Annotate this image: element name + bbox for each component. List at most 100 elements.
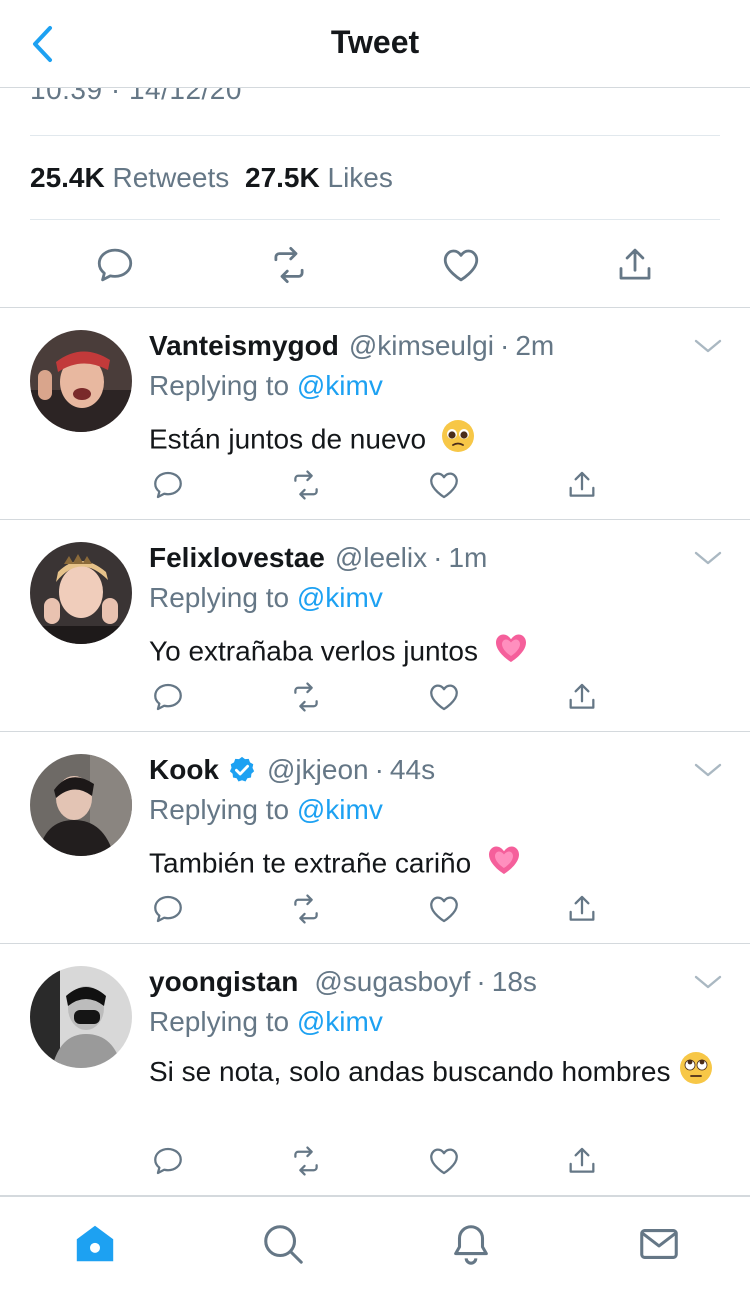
chevron-down-icon [694, 763, 722, 777]
retweet-icon [289, 1144, 323, 1178]
reply-button[interactable] [148, 465, 188, 505]
reply-icon [151, 892, 185, 926]
share-icon [614, 244, 656, 286]
user-handle: @kimseulgi [348, 330, 494, 361]
share-icon [565, 892, 599, 926]
reply-button[interactable] [148, 889, 188, 929]
reply-header: Vanteismygod @kimseulgi · 2m [149, 330, 554, 362]
share-icon [565, 1144, 599, 1178]
reply-header: yoongistan @sugasboyf · 18s [149, 966, 537, 998]
user-handle: @leelix [334, 542, 428, 573]
reply-body: Yo extrañaba verlos juntos [149, 630, 729, 676]
divider [30, 219, 720, 220]
reply-tweet[interactable]: Vanteismygod @kimseulgi · 2m Replying to… [0, 308, 750, 520]
more-options-button[interactable] [692, 546, 724, 570]
reply-text: Si se nota, solo andas buscando hombres [149, 1055, 671, 1087]
share-button[interactable] [610, 240, 660, 290]
tweet-timestamp-row: 10:39 · 14/12/20 [0, 88, 750, 136]
share-button[interactable] [562, 1141, 602, 1181]
like-button[interactable] [436, 240, 486, 290]
tab-messages[interactable] [634, 1219, 684, 1269]
reply-tweet[interactable]: yoongistan @sugasboyf · 18s Replying to … [0, 944, 750, 1196]
mention-link[interactable]: @kimv [297, 370, 383, 401]
replying-label: Replying to [149, 1006, 290, 1037]
replying-label: Replying to [149, 582, 290, 613]
tab-notifications[interactable] [446, 1219, 496, 1269]
likes-label[interactable]: Likes [328, 162, 393, 193]
reply-header: Kook @jkjeon · 44s [149, 754, 435, 786]
separator-dot: · [374, 754, 384, 785]
retweets-label[interactable]: Retweets [113, 162, 230, 193]
tweet-action-bar [0, 236, 750, 294]
reply-button[interactable] [90, 240, 140, 290]
reply-button[interactable] [148, 677, 188, 717]
bell-icon [454, 1225, 488, 1265]
top-nav-bar: Tweet [0, 0, 750, 88]
mention-link[interactable]: @kimv [297, 1006, 383, 1037]
display-name[interactable]: Felixlovestae [149, 542, 325, 574]
reply-time: 18s [491, 966, 537, 997]
retweet-button[interactable] [264, 240, 314, 290]
replying-to: Replying to @kimv [149, 370, 383, 402]
display-name[interactable]: Kook [149, 754, 219, 786]
rolling-eyes-face-icon [678, 1050, 714, 1097]
more-options-button[interactable] [692, 758, 724, 782]
mention-link[interactable]: @kimv [297, 582, 383, 613]
share-button[interactable] [562, 465, 602, 505]
retweets-count[interactable]: 25.4K [30, 162, 105, 193]
reply-button[interactable] [148, 1141, 188, 1181]
reply-time: 44s [389, 754, 436, 785]
reply-icon [151, 468, 185, 502]
search-icon [264, 1225, 303, 1264]
reply-text: También te extrañe cariño [149, 847, 472, 879]
reply-action-bar [0, 677, 750, 717]
more-options-button[interactable] [692, 334, 724, 358]
avatar[interactable] [30, 542, 132, 644]
heart-icon [427, 468, 461, 502]
like-button[interactable] [424, 889, 464, 929]
heart-icon [427, 1144, 461, 1178]
reply-tweet[interactable]: Felixlovestae @leelix · 1m Replying to @… [0, 520, 750, 732]
avatar[interactable] [30, 754, 132, 856]
reply-icon [151, 680, 185, 714]
share-button[interactable] [562, 889, 602, 929]
verified-badge-icon [227, 755, 257, 785]
likes-count[interactable]: 27.5K [245, 162, 320, 193]
like-button[interactable] [424, 677, 464, 717]
replying-to: Replying to @kimv [149, 794, 383, 826]
like-button[interactable] [424, 465, 464, 505]
reply-time: 2m [515, 330, 555, 361]
retweet-button[interactable] [286, 1141, 326, 1181]
share-icon [565, 468, 599, 502]
reply-tweet[interactable]: Kook @jkjeon · 44s Replying to @kimv Tam… [0, 732, 750, 944]
home-icon [76, 1225, 114, 1262]
retweet-button[interactable] [286, 889, 326, 929]
mail-icon [640, 1229, 678, 1259]
retweet-button[interactable] [286, 677, 326, 717]
replying-to: Replying to @kimv [149, 1006, 383, 1038]
display-name[interactable]: yoongistan [149, 966, 298, 998]
like-button[interactable] [424, 1141, 464, 1181]
bottom-tab-bar [0, 1196, 750, 1294]
growing-heart-icon [492, 630, 530, 676]
reply-text: Yo extrañaba verlos juntos [149, 635, 478, 667]
user-handle: @jkjeon [267, 754, 369, 785]
display-name[interactable]: Vanteismygod [149, 330, 339, 362]
reply-header: Felixlovestae @leelix · 1m [149, 542, 487, 574]
tweet-stats: 25.4K Retweets 27.5K Likes [30, 162, 401, 194]
avatar[interactable] [30, 966, 132, 1068]
mention-link[interactable]: @kimv [297, 794, 383, 825]
tab-search[interactable] [258, 1219, 308, 1269]
reply-action-bar [0, 465, 750, 505]
replying-to: Replying to @kimv [149, 582, 383, 614]
share-button[interactable] [562, 677, 602, 717]
retweet-icon [289, 468, 323, 502]
reply-icon [94, 244, 136, 286]
more-options-button[interactable] [692, 970, 724, 994]
tab-home[interactable] [70, 1219, 120, 1269]
retweet-icon [289, 680, 323, 714]
avatar[interactable] [30, 330, 132, 432]
page-title: Tweet [330, 24, 420, 60]
retweet-button[interactable] [286, 465, 326, 505]
user-handle: @sugasboyf [314, 966, 471, 997]
